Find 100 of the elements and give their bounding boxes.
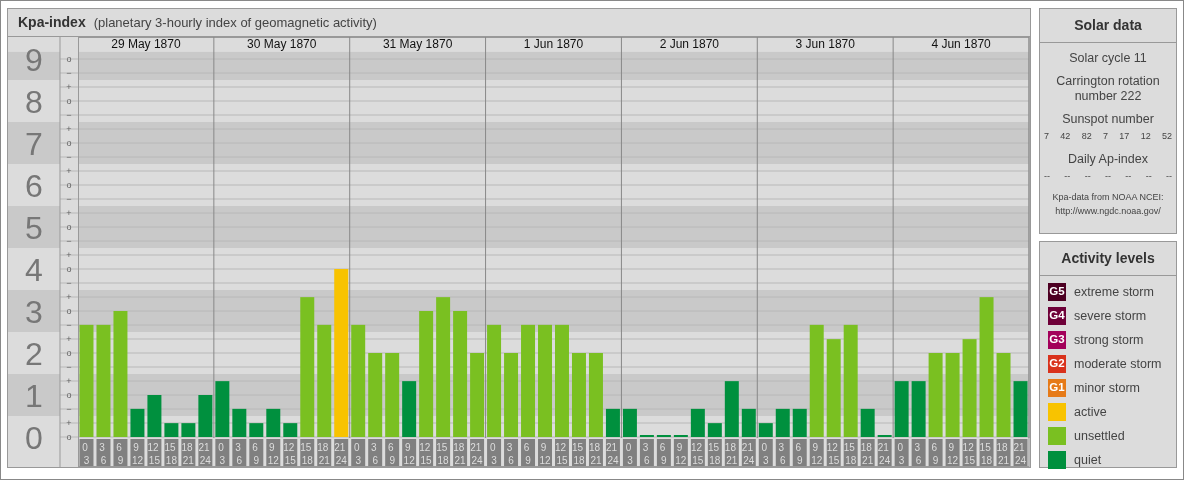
time-slot-label: 15 18 [436, 439, 451, 466]
time-slot-label: 6 9 [928, 439, 943, 466]
x-tick-label: 3 6 [778, 442, 786, 466]
time-slot-label: 18 21 [724, 439, 739, 466]
axis-tick-label: 0 [25, 420, 43, 456]
legend-label: extreme storm [1074, 283, 1154, 301]
axis-minor-tick-label: o [66, 390, 72, 400]
time-slot-label: 9 12 [538, 439, 552, 466]
time-slot-label: 0 3 [351, 439, 366, 466]
x-tick-label: 6 9 [795, 442, 803, 466]
axis-tick-label: 6 [25, 168, 43, 204]
axis-minor-tick-label: + [66, 418, 72, 428]
time-slot-label: 9 12 [809, 439, 824, 466]
panel-title: Solar data [1040, 9, 1176, 43]
axis-minor-tick-label: − [66, 362, 72, 372]
date-label: 30 May 1870 [247, 37, 317, 51]
axis-minor-tick-label: o [66, 96, 72, 106]
date-label: 29 May 1870 [111, 37, 181, 51]
axis-minor-tick-label: o [66, 432, 72, 442]
time-slot-label: 0 3 [622, 439, 637, 466]
ap-value: -- [1165, 169, 1172, 183]
panel-title: Activity levels [1040, 242, 1176, 276]
axis-minor-tick-label: − [66, 68, 72, 78]
bar [181, 423, 196, 437]
sunspot-value: 7 [1044, 130, 1049, 143]
time-slot-label: 12 15 [283, 439, 298, 466]
x-tick-label: 0 3 [761, 442, 769, 466]
axis-tick-label: 5 [25, 210, 43, 246]
time-slot-label: 6 9 [521, 439, 535, 466]
time-slot-label: 15 18 [300, 439, 315, 466]
ap-value: -- [1105, 169, 1111, 183]
axis-minor-tick-label: + [66, 82, 72, 92]
axis-band [8, 374, 60, 416]
ap-value: -- [1044, 169, 1050, 183]
field-label: Sunspot number [1061, 112, 1155, 127]
time-slot-label: 12 15 [962, 439, 977, 466]
axis-minor-tick-label: + [66, 208, 72, 218]
time-slot-label: 12 15 [555, 439, 569, 466]
time-slot-label: 21 24 [741, 439, 756, 466]
axis-minor-tick-label: + [66, 124, 72, 134]
time-slot-label: 3 6 [639, 439, 654, 466]
legend-label: active [1074, 403, 1107, 421]
axis-minor-tick-label: + [66, 376, 72, 386]
time-slot-label: 0 3 [215, 439, 230, 466]
bar [266, 408, 281, 437]
time-slot-label: 3 6 [775, 439, 790, 466]
axis-minor-tick-label: o [66, 180, 72, 190]
ap-value: -- [1064, 169, 1071, 183]
axis-minor-tick-label: − [66, 194, 72, 204]
axis-tick-label: 4 [25, 252, 43, 288]
legend-label: strong storm [1074, 331, 1144, 349]
axis-minor-tick-label: − [66, 404, 72, 414]
axis-minor-tick-label: o [66, 54, 72, 64]
bar [164, 423, 179, 437]
axis-band [8, 206, 60, 248]
time-slot-label: 15 18 [572, 439, 586, 466]
level-badge: G1 [1048, 379, 1066, 397]
bar [758, 423, 773, 437]
axis-minor-tick-label: − [66, 278, 72, 288]
date-label: 3 Jun 1870 [795, 37, 855, 51]
level-badge: G2 [1048, 355, 1066, 373]
time-slot-label: 3 6 [232, 439, 247, 466]
axis-minor-tick-label: + [66, 166, 72, 176]
bar [283, 423, 298, 437]
axis-minor-tick-label: − [66, 320, 72, 330]
axis-tick-label: 9 [25, 42, 43, 78]
axis-minor-tick-label: − [66, 236, 72, 246]
x-tick-label: 3 6 [914, 442, 922, 466]
bar [894, 381, 909, 437]
axis-tick-label: 8 [25, 84, 43, 120]
x-tick-label: 0 3 [354, 442, 362, 466]
x-tick-label: 0 3 [489, 442, 498, 466]
time-slot-label: 6 9 [249, 439, 264, 466]
axis-minor-tick-label: − [66, 110, 72, 120]
x-tick-label: 3 6 [99, 442, 107, 466]
time-slot-label: 9 12 [130, 439, 145, 466]
x-tick-label: 0 3 [82, 442, 90, 466]
time-slot-label: 6 9 [792, 439, 807, 466]
time-slot-label: 18 21 [996, 439, 1011, 466]
field-label: Daily Ap-index [1067, 151, 1149, 167]
time-slot-label: 12 15 [147, 439, 162, 466]
time-slot-label: 9 12 [402, 439, 417, 466]
time-slot-label: 9 12 [673, 439, 688, 466]
bar [402, 381, 417, 437]
time-slot-label: 21 24 [334, 439, 349, 466]
bar [215, 381, 230, 437]
time-slot-label: 21 24 [605, 439, 620, 466]
x-tick-label: 3 6 [371, 442, 379, 466]
axis-minor-tick-label: o [66, 306, 72, 316]
bar [130, 408, 145, 437]
axis-minor-tick-label: − [66, 152, 72, 162]
time-slot-label: 21 24 [198, 439, 213, 466]
time-slot-label: 12 15 [419, 439, 434, 466]
time-slot-label: 0 3 [79, 439, 94, 466]
date-label: 31 May 1870 [382, 37, 453, 51]
time-slot-label: 6 9 [656, 439, 671, 466]
date-label: 1 Jun 1870 [523, 37, 584, 51]
solar-cycle-text: Solar cycle 11 [1068, 51, 1148, 66]
axis-minor-tick-label: o [66, 138, 72, 148]
legend-label: unsettled [1074, 427, 1125, 445]
